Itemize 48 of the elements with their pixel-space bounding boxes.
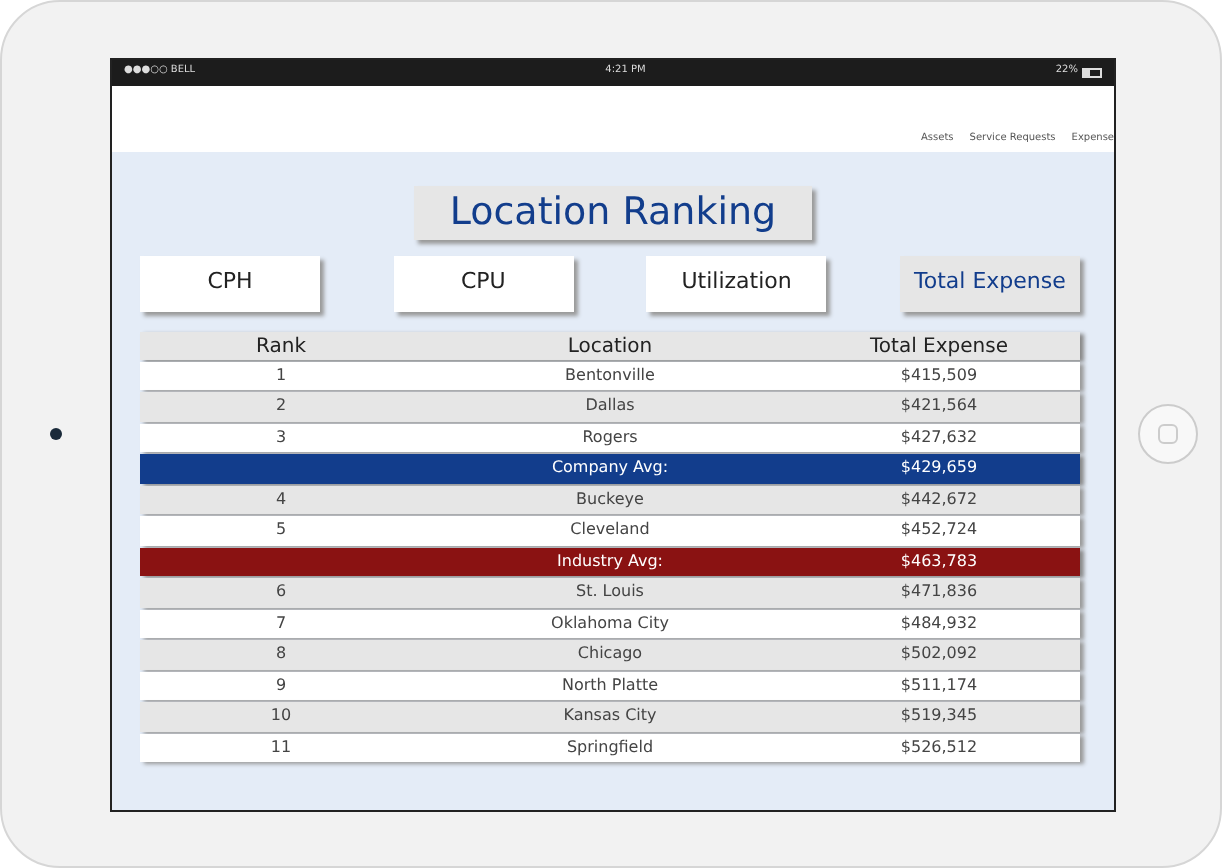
tab[interactable]: Total Expense — [899, 255, 1080, 311]
table-cell-text: Bentonville — [563, 363, 657, 388]
table-cell-text: $526,512 — [898, 735, 980, 760]
page-title: Location Ranking — [414, 185, 812, 239]
table-cell-text: St. Louis — [574, 580, 646, 605]
table-cell-text: $519,345 — [898, 704, 980, 729]
table-cell-text: $511,174 — [898, 673, 980, 698]
table-cell-text: 6 — [273, 580, 289, 605]
home-button[interactable] — [1138, 404, 1198, 464]
table-cell-text: $471,836 — [898, 580, 980, 605]
table-cell-text: 5 — [273, 518, 289, 543]
table-cell-text: 4 — [273, 487, 289, 512]
table-cell-text: $452,724 — [898, 518, 980, 543]
table-cell-text: $429,659 — [898, 456, 980, 481]
battery-icon — [1081, 67, 1102, 77]
table-cell-text: Kansas City — [561, 704, 659, 729]
table-cell-text: $484,932 — [898, 611, 980, 636]
table-cell-text: $421,564 — [898, 394, 980, 419]
table-cell-text: 2 — [273, 394, 289, 419]
tab[interactable]: CPH — [140, 255, 320, 311]
table-cell-text: Industry Avg: — [555, 549, 665, 574]
table-cell-text: $427,632 — [898, 425, 980, 450]
table-cell-text: 10 — [268, 704, 294, 729]
table-cell-text: North Platte — [559, 673, 661, 698]
table-cell-text: Chicago — [575, 642, 645, 667]
table-cell-text: Dallas — [583, 394, 637, 419]
table-cell-text: $502,092 — [898, 642, 980, 667]
table-cell-text: $442,672 — [898, 487, 980, 512]
camera-icon — [50, 428, 62, 440]
column-header: Rank — [254, 333, 308, 361]
table-cell-text: Buckeye — [574, 487, 646, 512]
table-cell-text: 3 — [273, 425, 289, 450]
table-cell-text: $415,509 — [898, 363, 980, 388]
table-cell-text: Oklahoma City — [549, 611, 671, 636]
table-cell-text: Cleveland — [568, 518, 652, 543]
table-cell-text: Springfield — [564, 735, 656, 760]
tab[interactable]: Utilization — [646, 255, 827, 311]
table-cell-text: $463,783 — [898, 549, 980, 574]
table-cell-text: Rogers — [580, 425, 640, 450]
table-cell-text: 7 — [273, 611, 289, 636]
table-cell-text: Company Avg: — [549, 456, 671, 481]
table-cell-text: 9 — [273, 673, 289, 698]
column-header: Total Expense — [868, 333, 1010, 361]
table-cell-text: 1 — [273, 363, 289, 388]
table-cell-text: 11 — [268, 735, 294, 760]
tab[interactable]: CPU — [393, 255, 574, 311]
table-cell-text: 8 — [273, 642, 289, 667]
column-header: Location — [565, 333, 655, 361]
